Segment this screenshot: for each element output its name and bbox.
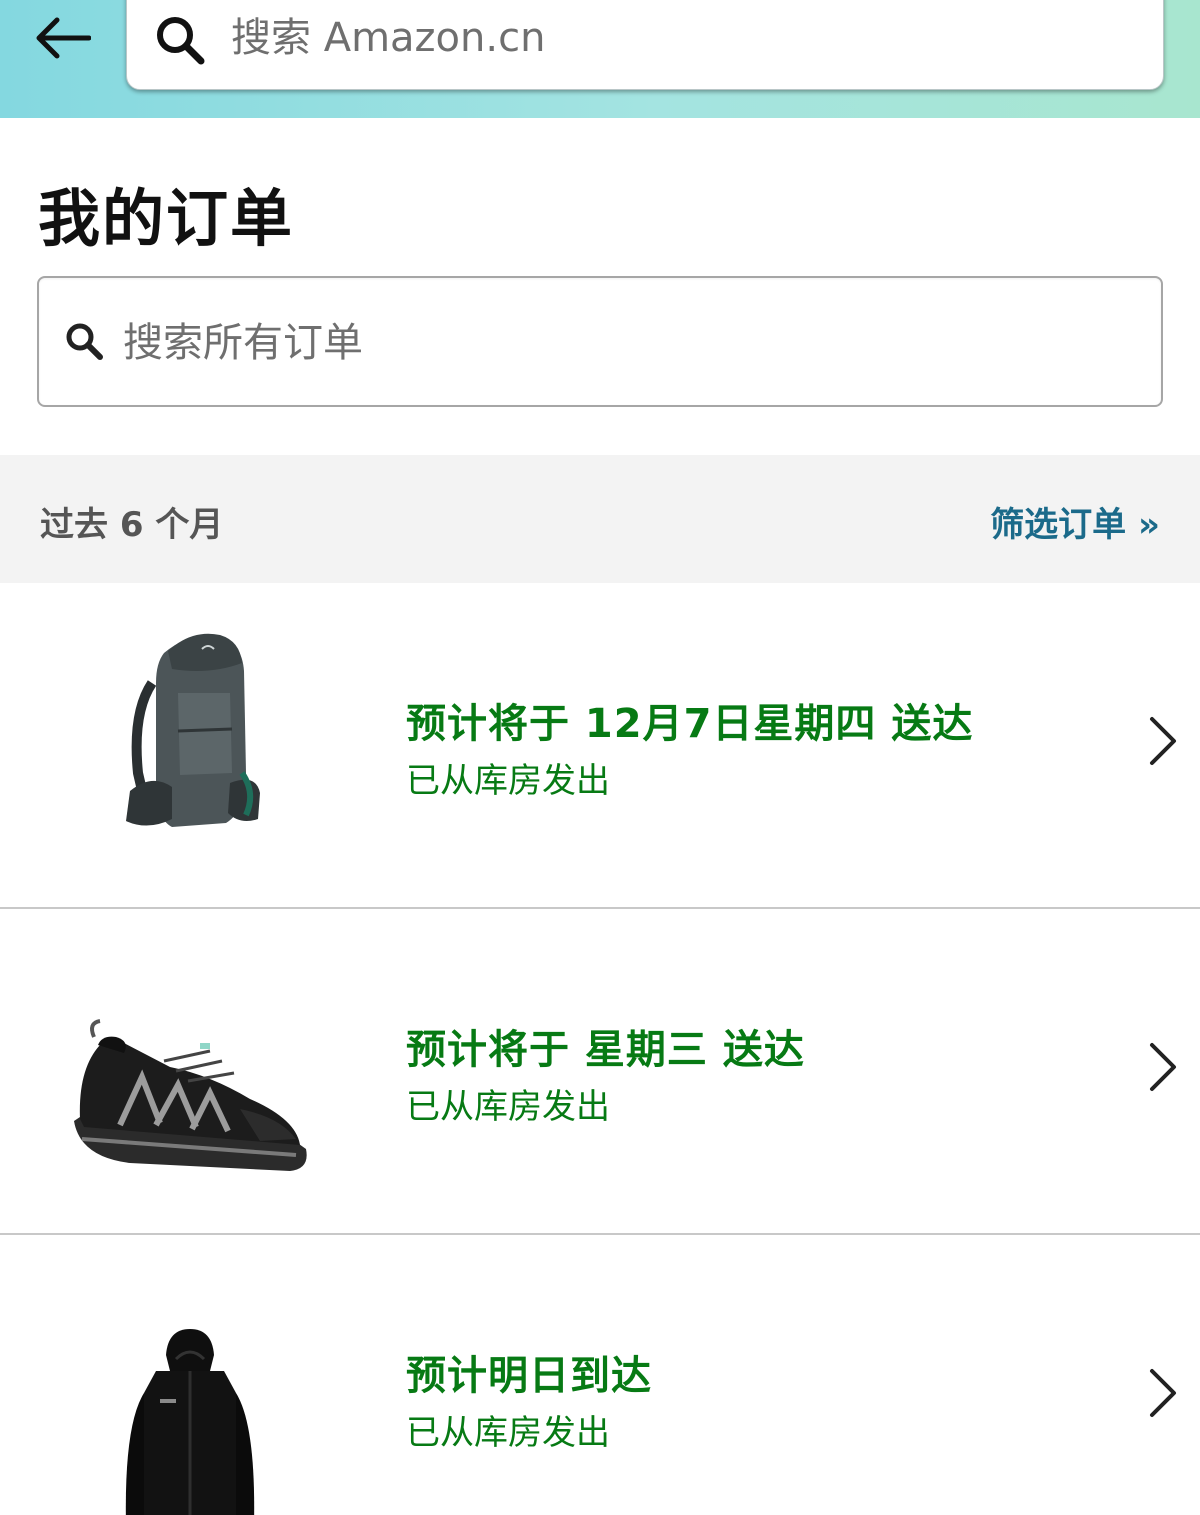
filter-orders-link[interactable]: 筛选订单 »: [990, 497, 1160, 546]
jacket-image: [125, 1329, 255, 1515]
backpack-image: [126, 633, 260, 827]
order-search-input[interactable]: [123, 316, 1123, 370]
search-icon: [66, 323, 103, 360]
back-arrow-icon: [36, 17, 91, 59]
delivery-status: 预计将于 星期三 送达: [406, 1027, 805, 1073]
chevron-right-icon: [1150, 717, 1176, 765]
top-header-bar: [0, 0, 1200, 118]
order-row[interactable]: 预计将于 星期三 送达 已从库房发出: [0, 909, 1200, 1235]
page-title: 我的订单: [38, 182, 295, 255]
delivery-status: 预计将于 12月7日星期四 送达: [406, 701, 974, 747]
shipping-status: 已从库房发出: [406, 1087, 610, 1127]
chevron-right-icon: [1150, 1369, 1176, 1417]
filter-bar: 过去 6 个月 筛选订单 »: [0, 455, 1200, 583]
time-period-label: 过去 6 个月: [40, 505, 224, 545]
shoe-image: [74, 1019, 307, 1171]
amazon-search-bar[interactable]: [126, 0, 1164, 90]
order-row[interactable]: 预计明日到达 已从库房发出: [0, 1235, 1200, 1515]
shipping-status: 已从库房发出: [406, 761, 610, 801]
chevron-right-icon: [1150, 1043, 1176, 1091]
order-search-box[interactable]: [37, 276, 1163, 407]
order-row[interactable]: 预计将于 12月7日星期四 送达 已从库房发出: [0, 583, 1200, 909]
shipping-status: 已从库房发出: [406, 1413, 610, 1453]
search-icon: [157, 17, 205, 65]
amazon-search-input[interactable]: [231, 11, 1131, 65]
back-button[interactable]: [28, 8, 96, 68]
delivery-status: 预计明日到达: [406, 1353, 652, 1399]
